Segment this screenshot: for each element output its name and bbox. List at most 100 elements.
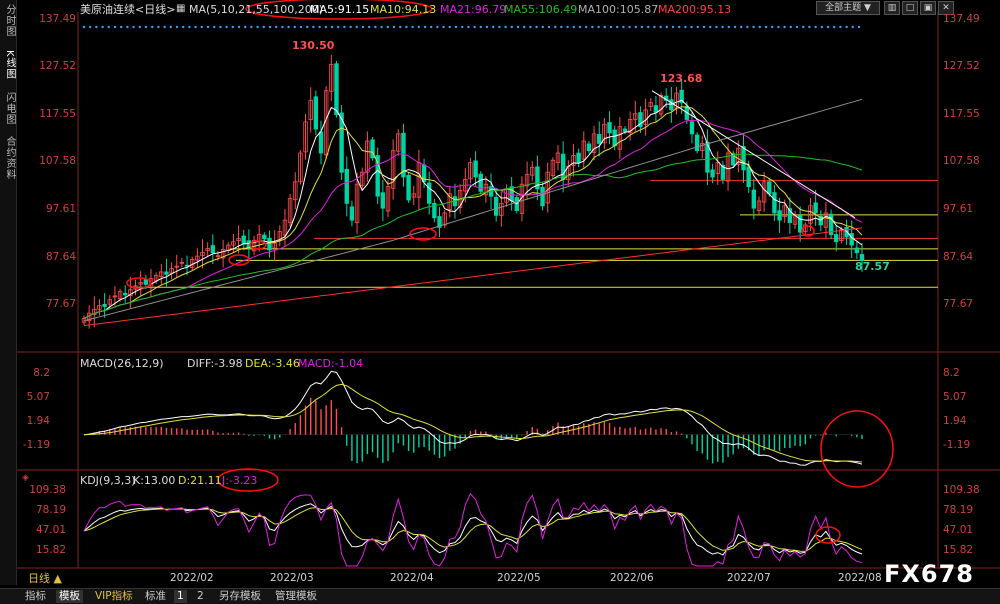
chart-type-sidebar: 分时图 K线图 闪电图 合约资料 (0, 0, 17, 585)
period-selector[interactable]: 日线 ▲ (28, 572, 62, 585)
event-marker-dot (107, 25, 111, 29)
event-marker-dot (399, 25, 402, 29)
event-marker-dot (473, 25, 476, 29)
candle-body (102, 303, 107, 307)
kdj-tick-left-0: 109.38 (29, 484, 66, 496)
event-marker-dot (541, 25, 544, 29)
x-tick-3: 2022/05 (497, 572, 541, 584)
tile-icon[interactable]: ▥ (884, 1, 900, 15)
ma10-line (83, 106, 863, 319)
theme-select-button[interactable]: 全部主题 ▼ (816, 1, 880, 15)
event-marker-dot (355, 25, 358, 29)
event-marker-dot (585, 25, 588, 29)
x-tick-2: 2022/04 (390, 572, 434, 584)
candle-body (560, 153, 566, 180)
event-marker-dot (405, 25, 408, 29)
candle-body (710, 169, 715, 178)
event-marker-dot (709, 25, 712, 29)
event-marker-dot (758, 25, 761, 29)
y-tick-left-0: 137.49 (39, 13, 76, 25)
event-marker-dot (423, 25, 427, 29)
ma200-value: MA200:95.13 (658, 3, 732, 16)
event-marker-dot (299, 25, 303, 29)
event-marker-dot (535, 25, 538, 29)
event-marker-dot (795, 25, 799, 29)
event-marker-dot (492, 25, 495, 29)
kdj-tick-right-2: 47.01 (943, 524, 974, 536)
event-marker-dot (461, 25, 464, 29)
event-marker-dot (262, 25, 265, 29)
kdj-k: K:13.00 (133, 474, 176, 487)
y-tick-right-2: 117.55 (943, 108, 980, 120)
event-marker-dot (566, 25, 569, 29)
candle-body (576, 152, 581, 164)
tab-template[interactable]: 模板 (56, 590, 83, 603)
event-marker-dot (727, 25, 730, 29)
x-tick-1: 2022/03 (270, 572, 314, 584)
candle-body (653, 105, 659, 113)
candle-body (607, 122, 612, 134)
tab-page-2[interactable]: 2 (194, 590, 207, 603)
candle-body (777, 210, 782, 221)
candle-body (746, 166, 751, 187)
candle-body (834, 234, 839, 243)
chart-title: 美原油连续<日线> (80, 3, 176, 16)
sidebar-item-timeshare[interactable]: 分时图 (1, 4, 15, 37)
candle-body (694, 134, 700, 152)
kdj-tick-right-3: 15.82 (943, 544, 974, 556)
event-marker-dot (330, 25, 334, 29)
restore-icon[interactable]: ▣ (920, 1, 936, 15)
candle-body (123, 292, 128, 296)
candle-body (540, 186, 545, 207)
event-marker-dot (206, 25, 210, 29)
candle-body (262, 234, 267, 240)
event-marker-dot (777, 25, 780, 29)
macd-dea: DEA:-3.46 (245, 357, 300, 370)
price-chart-canvas[interactable] (0, 0, 1000, 588)
candle-body (473, 160, 478, 178)
event-marker-dot (219, 25, 222, 29)
event-marker-dot (237, 25, 241, 29)
event-marker-dot (169, 25, 172, 29)
high-2-annotation: 123.68 (660, 72, 703, 85)
tab-save-template[interactable]: 另存模板 (216, 590, 264, 603)
y-tick-right-6: 77.67 (943, 298, 974, 310)
event-marker-dot (231, 25, 234, 29)
ma10-value: MA10:94.13 (370, 3, 437, 16)
tab-indicator[interactable]: 指标 (22, 590, 49, 603)
theme-select-label: 全部主题 (825, 3, 862, 13)
sidebar-item-flash[interactable]: 闪电图 (1, 92, 15, 125)
candle-body (493, 196, 499, 216)
sidebar-item-contract[interactable]: 合约资料 (1, 136, 15, 180)
ma-settings-icon[interactable]: ▦ (176, 2, 185, 15)
candle-body (669, 99, 674, 111)
macd-dea-line (83, 383, 863, 463)
x-tick-0: 2022/02 (170, 572, 214, 584)
kdj-j: J:-3.23 (222, 474, 258, 487)
event-marker-dot (368, 25, 371, 29)
tab-page-1[interactable]: 1 (174, 590, 187, 603)
event-marker-dot (281, 25, 284, 29)
candle-body (313, 96, 319, 130)
event-marker-dot (343, 25, 346, 29)
event-marker-dot (597, 25, 600, 29)
event-marker-dot (529, 25, 532, 29)
event-marker-dot (132, 25, 135, 29)
tab-vip-indicator[interactable]: VIP指标 (92, 590, 136, 603)
event-marker-dot (157, 25, 160, 29)
event-marker-dot (250, 25, 253, 29)
event-marker-dot (380, 25, 383, 29)
tab-standard[interactable]: 标准 (142, 590, 169, 603)
candle-body (849, 233, 854, 246)
tab-manage-template[interactable]: 管理模板 (272, 590, 320, 603)
sidebar-item-kline[interactable]: K线图 (1, 50, 15, 80)
maximize-icon[interactable]: □ (902, 1, 918, 15)
candle-body (380, 192, 386, 209)
candle-body (406, 174, 411, 201)
candle-body (267, 237, 272, 251)
candle-body (427, 182, 432, 204)
event-marker-dot (659, 25, 662, 29)
event-marker-dot (634, 25, 637, 29)
macd-tick-left-2: 1.94 (26, 415, 50, 427)
candle-body (622, 128, 628, 132)
